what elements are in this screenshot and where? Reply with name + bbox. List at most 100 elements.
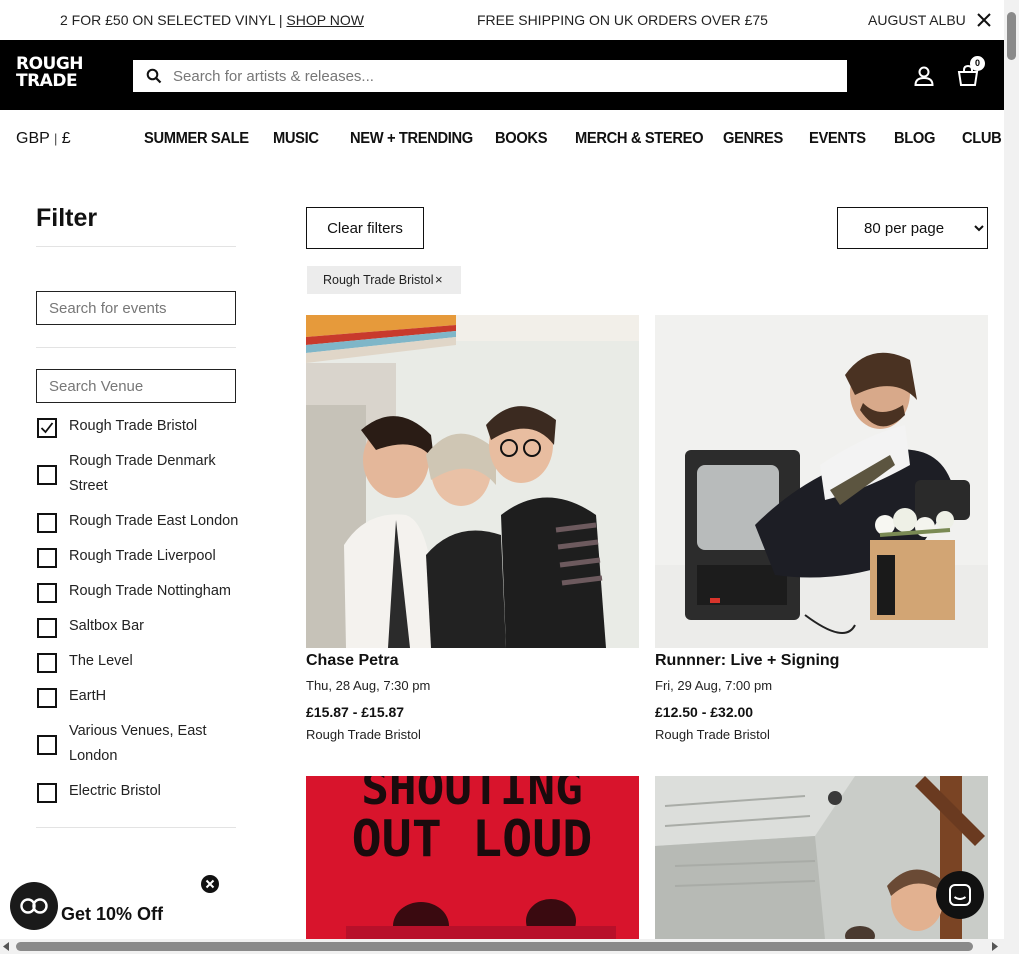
search-bar [133,60,847,92]
event-title[interactable]: Runnner: Live + Signing [655,652,839,670]
nav-item-club[interactable]: CLUB [962,130,1002,148]
promo-announcement: 2 FOR £50 ON SELECTED VINYL | SHOP NOW [60,12,364,28]
venue-checkbox[interactable] [37,583,57,603]
search-input[interactable] [173,60,833,92]
event-price: £15.87 - £15.87 [306,704,405,720]
event-venue: Rough Trade Bristol [655,727,770,742]
venue-option[interactable]: Various Venues, East London [36,719,236,769]
venue-option[interactable]: Rough Trade Nottingham [36,579,236,604]
nav-item-events[interactable]: EVENTS [809,130,866,148]
divider [36,347,236,348]
venue-checkbox[interactable] [37,735,57,755]
divider [36,827,236,828]
shop-now-link[interactable]: SHOP NOW [286,12,364,28]
venue-label: Rough Trade Bristol [69,418,198,434]
venue-label: Saltbox Bar [69,618,144,634]
venue-label: Various Venues, East London [69,723,207,764]
nav-item-books[interactable]: BOOKS [495,130,548,148]
horizontal-scrollbar[interactable] [0,939,1019,954]
currency-separator: | [53,131,58,146]
remove-filter-icon[interactable]: × [435,266,443,294]
poster-text-line-2: OUT LOUD [352,810,593,868]
close-popup-button[interactable] [201,875,219,893]
venue-label: Rough Trade Liverpool [69,548,216,564]
venue-checkbox[interactable] [37,653,57,673]
clear-filters-button[interactable]: Clear filters [306,207,424,249]
active-filter-chip[interactable]: Rough Trade Bristol × [307,266,461,294]
venue-label: Rough Trade East London [69,513,239,529]
venue-option[interactable]: Rough Trade Bristol [36,414,236,439]
nav-item-blog[interactable]: BLOG [894,130,935,148]
venue-option[interactable]: Rough Trade Denmark Street [36,449,236,499]
nav-item-summer-sale[interactable]: SUMMER SALE [144,130,249,148]
main-nav: GBP | £ SUMMER SALE MUSIC NEW + TRENDING… [0,110,1004,168]
chat-launcher-button[interactable] [936,871,984,919]
event-image[interactable] [655,315,988,648]
venue-checkbox[interactable] [37,783,57,803]
rough-trade-logo[interactable]: ROUGH TRADE [16,56,84,94]
active-filter-label: Rough Trade Bristol [323,273,434,287]
discount-text[interactable]: Get 10% Off [61,904,163,925]
album-announcement: AUGUST ALBUMS [868,12,966,28]
promo-text: 2 FOR £50 ON SELECTED VINYL | [60,12,287,28]
venue-option[interactable]: Electric Bristol [36,779,236,804]
account-icon[interactable] [913,65,935,87]
vertical-scrollbar[interactable] [1004,0,1019,939]
cart-count-badge: 0 [970,56,985,71]
venue-search-input[interactable] [36,369,236,403]
event-title[interactable]: Chase Petra [306,652,399,670]
close-icon [205,879,215,889]
nav-item-music[interactable]: MUSIC [273,130,319,148]
filter-heading: Filter [36,204,98,232]
divider [36,246,236,247]
nav-item-new-trending[interactable]: NEW + TRENDING [350,130,473,148]
event-search-input[interactable] [36,291,236,325]
shipping-announcement: FREE SHIPPING ON UK ORDERS OVER £75 [477,12,768,28]
event-image[interactable] [306,315,639,648]
venue-checkbox[interactable] [37,548,57,568]
logo-line-2: TRADE [16,71,78,91]
venue-option[interactable]: Rough Trade East London [36,509,239,534]
announcement-bar: 2 FOR £50 ON SELECTED VINYL | SHOP NOW F… [0,0,1004,40]
nav-item-genres[interactable]: GENRES [723,130,783,148]
venue-checkbox[interactable] [37,418,57,438]
venue-label: The Level [69,653,133,669]
search-icon[interactable] [146,68,162,84]
currency-selector[interactable]: GBP | £ [16,130,71,148]
currency-code: GBP [16,130,50,147]
venue-checkbox[interactable] [37,465,57,485]
venue-option[interactable]: Saltbox Bar [36,614,236,639]
event-card[interactable]: Chase Petra Thu, 28 Aug, 7:30 pm £15.87 … [306,315,639,745]
scrollbar-thumb[interactable] [16,942,973,951]
chat-icon [949,884,971,906]
glasses-icon [20,898,48,914]
venue-option[interactable]: The Level [36,649,236,674]
close-icon[interactable] [975,11,993,29]
currency-symbol: £ [61,130,71,147]
venue-checkbox[interactable] [37,688,57,708]
venue-label: Rough Trade Denmark Street [69,453,216,494]
event-price: £12.50 - £32.00 [655,704,754,720]
scrollbar-thumb[interactable] [1007,12,1016,60]
event-venue: Rough Trade Bristol [306,727,421,742]
scroll-left-icon[interactable] [3,942,11,951]
site-header: ROUGH TRADE 0 [0,40,1004,110]
nav-item-merch-stereo[interactable]: MERCH & STEREO [575,130,704,148]
scroll-right-icon[interactable] [992,942,1000,951]
venue-checkbox[interactable] [37,513,57,533]
discount-popup[interactable]: Get 10% Off [10,875,219,938]
venue-label: Rough Trade Nottingham [69,583,232,599]
checkmark-icon [40,422,54,434]
discount-badge[interactable] [10,882,58,930]
event-card[interactable]: Runnner: Live + Signing Fri, 29 Aug, 7:0… [655,315,988,745]
event-card[interactable]: SHOUTING OUT LOUD [306,776,639,939]
venue-option[interactable]: Rough Trade Liverpool [36,544,236,569]
venue-checkbox[interactable] [37,618,57,638]
per-page-select[interactable]: 80 per page [837,207,988,249]
event-date: Fri, 29 Aug, 7:00 pm [655,678,773,693]
event-image[interactable]: SHOUTING OUT LOUD [306,776,639,939]
venue-option[interactable]: EartH [36,684,236,709]
event-date: Thu, 28 Aug, 7:30 pm [306,678,431,693]
venue-label: EartH [69,688,107,704]
venue-label: Electric Bristol [69,783,161,799]
